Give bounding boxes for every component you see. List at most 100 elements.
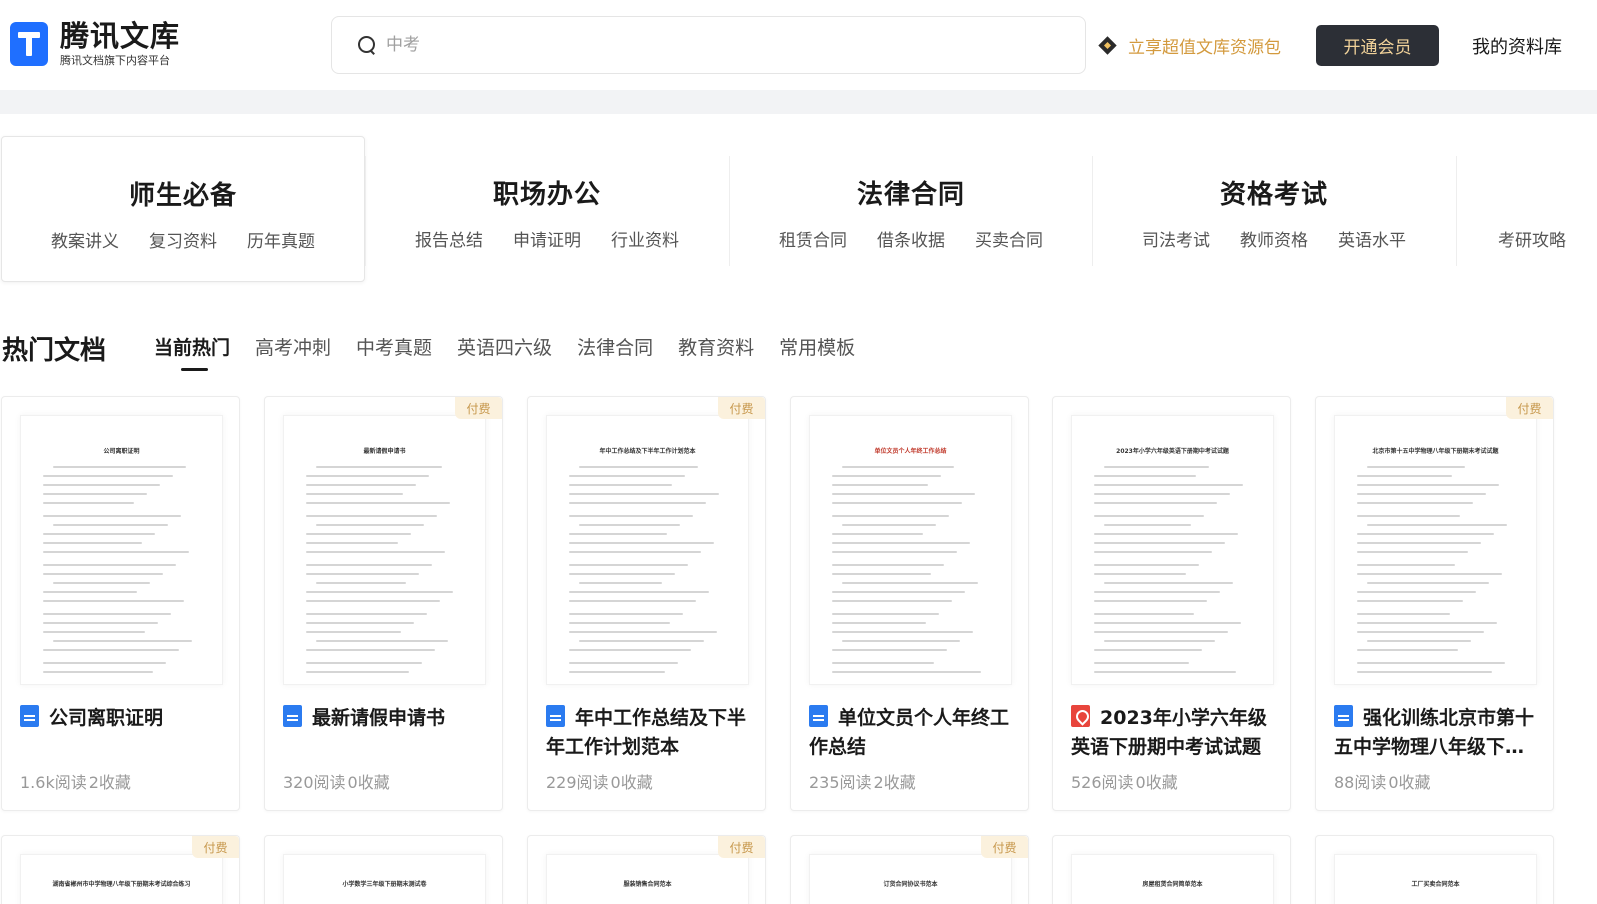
doc-thumbnail[interactable]: 订货合同协议书范本 bbox=[809, 854, 1012, 904]
thumb-text-line bbox=[1357, 493, 1486, 495]
thumb-text-line bbox=[1357, 502, 1473, 504]
doc-card[interactable]: 房屋租赁合同简单范本 bbox=[1052, 835, 1291, 904]
doc-stats: 526阅读 0收藏 bbox=[1071, 769, 1178, 793]
search-bar[interactable] bbox=[331, 16, 1086, 74]
category-link[interactable]: 司法考试 bbox=[1142, 226, 1210, 251]
thumb-text-line bbox=[832, 613, 939, 615]
category-link[interactable]: 考研攻略 bbox=[1498, 226, 1566, 251]
doc-card[interactable]: 最新请假申请书 付费 最新请假申请书 320阅读 0收藏 bbox=[264, 396, 503, 811]
doc-thumbnail[interactable]: 单位文员个人年终工作总结 bbox=[809, 415, 1012, 685]
thumb-title: 最新请假申请书 bbox=[363, 448, 406, 455]
tab-5[interactable]: 教育资料 bbox=[678, 333, 754, 360]
doc-card[interactable]: 单位文员个人年终工作总结 单位文员个人年终工作总结 235阅读 2收藏 bbox=[790, 396, 1029, 811]
category-title[interactable]: 师生必备 bbox=[2, 175, 364, 212]
search-input[interactable] bbox=[386, 35, 1036, 55]
word-file-icon bbox=[20, 705, 39, 727]
doc-card[interactable]: 小学数学三年级下册期末测试卷 bbox=[264, 835, 503, 904]
category-link[interactable]: 英语水平 bbox=[1338, 226, 1406, 251]
category-link[interactable]: 复习资料 bbox=[149, 227, 217, 252]
thumb-text-line bbox=[1094, 484, 1243, 486]
category-link[interactable]: 申请证明 bbox=[513, 226, 581, 251]
category-link[interactable]: 借条收据 bbox=[877, 226, 945, 251]
search-icon[interactable] bbox=[358, 36, 376, 54]
category-link[interactable]: 教案讲义 bbox=[51, 227, 119, 252]
logo-text: 腾讯文库 腾讯文档旗下内容平台 bbox=[60, 20, 180, 68]
doc-title[interactable]: 2023年小学六年级英语下册期中考试试题 bbox=[1071, 704, 1276, 762]
category-card[interactable]: 师生必备教案讲义 复习资料 历年真题 bbox=[1, 136, 365, 282]
tab-2[interactable]: 中考真题 bbox=[356, 333, 432, 360]
category-card[interactable]: 职场办公报告总结 申请证明 行业资料 bbox=[365, 136, 729, 282]
doc-title[interactable]: 最新请假申请书 bbox=[283, 704, 488, 733]
vip-button[interactable]: 开通会员 bbox=[1316, 25, 1439, 66]
logo[interactable]: 腾讯文库 腾讯文档旗下内容平台 bbox=[10, 20, 180, 68]
promo-text: 立享超值文库资源包 bbox=[1128, 38, 1281, 58]
thumb-text-line bbox=[316, 640, 448, 642]
category-card[interactable]: 资格考试司法考试 教师资格 英语水平 bbox=[1092, 136, 1456, 282]
doc-thumbnail[interactable]: 北京市第十五中学物理八年级下册期末考试试题 bbox=[1334, 415, 1537, 685]
thumb-title: 公司离职证明 bbox=[103, 448, 140, 455]
category-link[interactable]: 教师资格 bbox=[1240, 226, 1308, 251]
doc-title[interactable]: 强化训练北京市第十五中学物理八年级下册期末考试试题 bbox=[1334, 704, 1539, 762]
doc-card[interactable]: 北京市第十五中学物理八年级下册期末考试试题 付费 强化训练北京市第十五中学物理八年级… bbox=[1315, 396, 1554, 811]
thumb-text-line bbox=[43, 493, 147, 495]
thumb-text-line bbox=[43, 551, 189, 553]
top-header: 腾讯文库 腾讯文档旗下内容平台 立享超值文库资源包 开通会员 我的资料库 bbox=[0, 0, 1597, 90]
thumb-text-line bbox=[316, 582, 406, 584]
doc-title-text: 2023年小学六年级英语下册期中考试试题 bbox=[1071, 707, 1267, 758]
thumb-text-line bbox=[569, 573, 675, 575]
category-title[interactable]: 法律合同 bbox=[729, 174, 1093, 211]
doc-thumbnail[interactable]: 2023年小学六年级英语下册期中考试试题 bbox=[1071, 415, 1274, 685]
doc-card[interactable]: 工厂买卖合同范本 bbox=[1315, 835, 1554, 904]
promo-link[interactable]: 立享超值文库资源包 bbox=[1098, 33, 1281, 58]
category-link[interactable]: 租赁合同 bbox=[779, 226, 847, 251]
tab-4[interactable]: 法律合同 bbox=[577, 333, 653, 360]
thumb-text-line bbox=[306, 551, 445, 553]
doc-card[interactable]: 2023年小学六年级英语下册期中考试试题 2023年小学六年级英语下册期中考试试题… bbox=[1052, 396, 1291, 811]
thumb-text-line bbox=[1094, 671, 1236, 673]
category-link[interactable]: 历年真题 bbox=[247, 227, 315, 252]
doc-thumbnail[interactable]: 湖南省郴州市中学物理八年级下册期末考试综合练习 bbox=[20, 854, 223, 904]
thumb-text-line bbox=[306, 475, 429, 477]
doc-card[interactable]: 年中工作总结及下半年工作计划范本 付费 年中工作总结及下半年工作计划范本 229阅读 0… bbox=[527, 396, 766, 811]
my-library-link[interactable]: 我的资料库 bbox=[1472, 33, 1562, 59]
category-link[interactable]: 买卖合同 bbox=[975, 226, 1043, 251]
doc-thumbnail[interactable]: 服装销售合同范本 bbox=[546, 854, 749, 904]
doc-title[interactable]: 年中工作总结及下半年工作计划范本 bbox=[546, 704, 751, 762]
thumb-text-line bbox=[579, 466, 698, 468]
doc-thumbnail[interactable]: 公司离职证明 bbox=[20, 415, 223, 685]
thumb-text-line bbox=[1094, 475, 1196, 477]
category-link[interactable]: 报告总结 bbox=[415, 226, 483, 251]
tab-6[interactable]: 常用模板 bbox=[779, 333, 855, 360]
doc-card[interactable]: 公司离职证明 公司离职证明 1.6k阅读 2收藏 bbox=[1, 396, 240, 811]
tab-3[interactable]: 英语四六级 bbox=[457, 333, 552, 360]
category-card[interactable]: 考研攻略 bbox=[1456, 136, 1597, 282]
doc-title[interactable]: 单位文员个人年终工作总结 bbox=[809, 704, 1014, 762]
tab-1[interactable]: 高考冲刺 bbox=[255, 333, 331, 360]
doc-thumbnail[interactable]: 房屋租赁合同简单范本 bbox=[1071, 854, 1274, 904]
thumb-text-line bbox=[832, 591, 965, 593]
thumb-text-line bbox=[1104, 640, 1215, 642]
doc-card[interactable]: 湖南省郴州市中学物理八年级下册期末考试综合练习 付费 bbox=[1, 835, 240, 904]
thumb-text-line bbox=[53, 582, 150, 584]
doc-thumbnail[interactable]: 小学数学三年级下册期末测试卷 bbox=[283, 854, 486, 904]
doc-title-text: 年中工作总结及下半年工作计划范本 bbox=[546, 707, 747, 758]
thumb-text-line bbox=[306, 493, 403, 495]
thumb-text-line bbox=[569, 613, 683, 615]
doc-card[interactable]: 服装销售合同范本 付费 bbox=[527, 835, 766, 904]
thumb-text-line bbox=[842, 524, 936, 526]
category-link[interactable]: 行业资料 bbox=[611, 226, 679, 251]
thumb-text-line bbox=[306, 502, 450, 504]
category-title[interactable]: 职场办公 bbox=[365, 174, 729, 211]
doc-thumbnail[interactable]: 最新请假申请书 bbox=[283, 415, 486, 685]
tab-0[interactable]: 当前热门 bbox=[154, 333, 230, 371]
thumb-text-line bbox=[1094, 591, 1220, 593]
doc-thumbnail[interactable]: 工厂买卖合同范本 bbox=[1334, 854, 1537, 904]
doc-card[interactable]: 订货合同协议书范本 付费 bbox=[790, 835, 1029, 904]
thumb-text-line bbox=[306, 515, 437, 517]
word-file-icon bbox=[809, 705, 828, 727]
doc-thumbnail[interactable]: 年中工作总结及下半年工作计划范本 bbox=[546, 415, 749, 685]
category-card[interactable]: 法律合同租赁合同 借条收据 买卖合同 bbox=[729, 136, 1093, 282]
category-title[interactable]: 资格考试 bbox=[1092, 174, 1456, 211]
thumb-text-line bbox=[832, 622, 926, 624]
doc-title[interactable]: 公司离职证明 bbox=[20, 704, 225, 733]
